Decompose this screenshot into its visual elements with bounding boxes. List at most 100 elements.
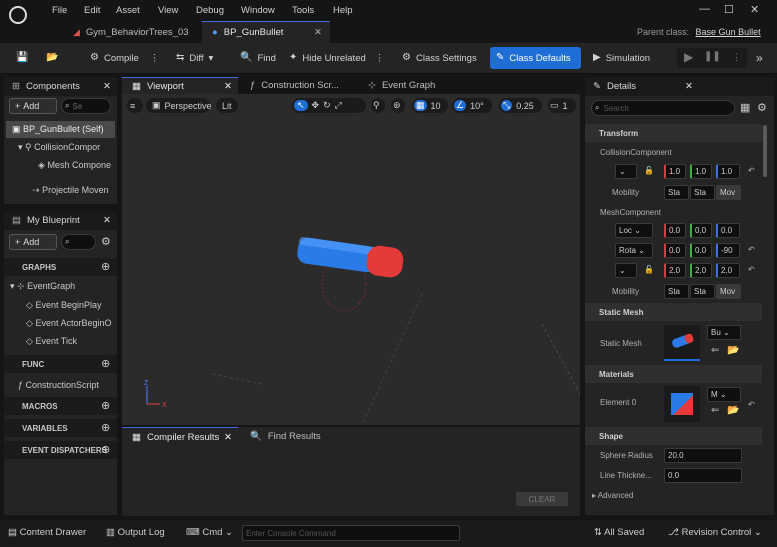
viewport-options-button[interactable]: ≡ [127,98,143,113]
section-transform[interactable]: Transform [585,124,762,142]
hide-unrelated-button[interactable]: ✦ Hide Unrelated ⋮ [283,47,390,69]
static-mesh-dropdown[interactable]: Bu ⌄ [707,325,741,340]
tab-gym-behavior-trees[interactable]: ◢ Gym_BehaviorTrees_03 [63,21,193,43]
mesh-scale-x[interactable]: 2.0 [664,263,686,278]
close-icon[interactable]: ✕ [685,81,693,92]
event-actorbegin[interactable]: ◇ Event ActorBeginO [26,318,111,329]
mesh-mobility-movable[interactable]: Mov [716,284,741,299]
reset-icon[interactable]: ↶ [748,245,755,254]
mesh-scale-y[interactable]: 2.0 [690,263,712,278]
lit-button[interactable]: Lit [216,98,238,113]
pause-icon[interactable]: ❚❚ [704,51,721,62]
menu-debug[interactable]: Debug [196,5,224,16]
tab-compiler-results[interactable]: ▦ Compiler Results ✕ [122,427,238,446]
select-icon[interactable]: ↖ [294,100,308,111]
cmd-dropdown[interactable]: ⌨ Cmd ⌄ [186,527,233,538]
viewport[interactable]: Z X [122,94,580,425]
collision-scale-y[interactable]: 1.0 [690,164,712,179]
all-saved-indicator[interactable]: ⇅ All Saved [594,527,644,538]
reset-icon[interactable]: ↶ [748,166,755,175]
table-view-icon[interactable]: ▦ [740,101,750,114]
gear-icon[interactable]: ⚙ [757,101,767,114]
static-mesh-thumbnail[interactable] [664,325,700,361]
browse-button[interactable]: 📂 [40,47,64,69]
advanced-toggle[interactable]: ▸ Advanced [592,491,633,500]
chevron-right-icon[interactable]: » [756,51,763,65]
add-member-button[interactable]: + Add [9,234,57,250]
location-dropdown[interactable]: Loc ⌄ [615,223,653,238]
rotate-icon[interactable]: ↻ [323,100,331,111]
mobility-static[interactable]: Sta [664,185,689,200]
component-collision[interactable]: ▾ ⚲ CollisionCompor [18,142,100,153]
use-selected-icon[interactable]: ⇐ [711,345,719,356]
class-defaults-button[interactable]: ✎ Class Defaults [490,47,581,69]
move-icon[interactable]: ✥ [312,100,320,111]
content-drawer-button[interactable]: ▤ Content Drawer [8,527,86,538]
menu-file[interactable]: File [52,5,67,16]
material-dropdown[interactable]: M ⌄ [707,387,741,402]
output-log-button[interactable]: ▥ Output Log [106,527,165,538]
surface-snap-button[interactable]: ⊛ [391,98,405,113]
revision-control-button[interactable]: ⎇ Revision Control ⌄ [668,527,762,538]
add-function-icon[interactable]: ⊕ [101,357,110,370]
close-icon[interactable]: ✕ [224,432,232,443]
compile-button[interactable]: ⚙ Compile ⋮ [84,47,165,69]
scale-icon[interactable]: ⤢ [335,100,342,111]
function-constructionscript[interactable]: ƒ ConstructionScript [18,380,99,390]
camera-speed-button[interactable]: ▭ 1 [548,98,576,113]
mesh-scale-z[interactable]: 2.0 [716,263,740,278]
menu-window[interactable]: Window [241,5,275,16]
section-static-mesh[interactable]: Static Mesh [585,303,762,321]
menu-edit[interactable]: Edit [84,5,100,16]
find-button[interactable]: 🔍 Find [234,47,282,69]
close-icon[interactable]: ✕ [103,81,111,92]
details-search-input[interactable]: ⌕ Search [591,100,735,116]
simulation-button[interactable]: ▶ Simulation [587,47,656,69]
tab-event-graph[interactable]: ⊹ Event Graph [358,77,468,94]
kebab-icon[interactable]: ⋮ [150,53,160,64]
location-x[interactable]: 0.0 [664,223,686,238]
material-thumbnail[interactable] [664,386,700,422]
reset-icon[interactable]: ↶ [748,265,755,274]
class-settings-button[interactable]: ⚙ Class Settings [396,47,483,69]
parent-class-link[interactable]: Base Gun Bullet [696,27,761,37]
kebab-icon[interactable]: ⋮ [375,53,385,64]
reset-icon[interactable]: ↶ [748,400,755,409]
mesh-scale-dropdown[interactable]: ⌄ [615,263,637,278]
collision-scale-x[interactable]: 1.0 [664,164,686,179]
browse-icon[interactable]: 📂 [727,405,739,416]
perspective-button[interactable]: ▣ Perspective [146,98,212,113]
rotation-y[interactable]: 0.0 [690,243,712,258]
menu-tools[interactable]: Tools [292,5,314,16]
component-search-input[interactable]: ⌕ Se [61,98,111,114]
add-macro-icon[interactable]: ⊕ [101,399,110,412]
tab-construction-script[interactable]: ƒ Construction Scr... [240,77,355,94]
maximize-icon[interactable]: ☐ [724,3,734,16]
clear-button[interactable]: CLEAR [516,492,568,506]
sphere-radius-input[interactable]: 20.0 [664,448,742,463]
save-button[interactable]: 💾 [10,47,34,69]
blueprint-search-input[interactable]: ⌕ [61,234,96,250]
mobility-movable[interactable]: Mov [716,185,741,200]
rotation-x[interactable]: 0.0 [664,243,686,258]
chevron-down-icon[interactable]: ⋮ [732,52,741,63]
menu-view[interactable]: View [158,5,178,16]
browse-icon[interactable]: 📂 [727,345,739,356]
tab-find-results[interactable]: 🔍 Find Results [240,427,340,446]
close-icon[interactable]: ✕ [314,27,322,38]
location-z[interactable]: 0.0 [716,223,740,238]
diff-button[interactable]: ⇆ Diff ▾ [170,47,219,69]
graph-eventgraph[interactable]: ▾ ⊹ EventGraph [10,281,75,292]
component-projectile[interactable]: ⇢ Projectile Moven [32,185,109,196]
add-component-button[interactable]: + Add [9,98,57,114]
play-icon[interactable]: ▶ [684,50,693,64]
collision-scale-z[interactable]: 1.0 [716,164,740,179]
world-local-button[interactable]: ⚲ [371,98,385,113]
mobility-stationary[interactable]: Sta [690,185,715,200]
console-input[interactable]: Enter Console Command [242,525,460,541]
menu-asset[interactable]: Asset [116,5,140,16]
component-mesh[interactable]: ◈ Mesh Compone [38,160,111,171]
mesh-mobility-static[interactable]: Sta [664,284,689,299]
line-thickness-input[interactable]: 0.0 [664,468,742,483]
tab-bp-gunbullet[interactable]: ● BP_GunBullet ✕ [202,21,330,43]
